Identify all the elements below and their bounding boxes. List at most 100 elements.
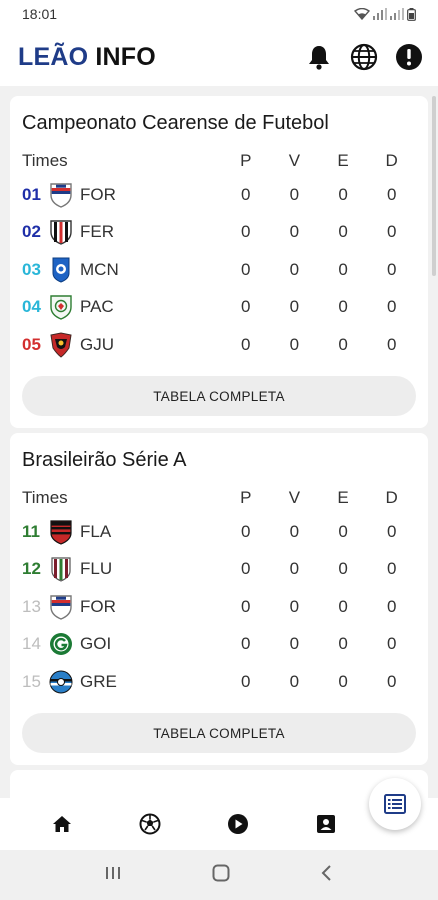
stat-v: 0 xyxy=(289,184,300,204)
soccer-ball-icon xyxy=(139,813,161,835)
nav-contacts[interactable] xyxy=(282,798,370,850)
stat-v: 0 xyxy=(289,634,300,654)
team-abbr: FOR xyxy=(80,596,116,616)
goias-crest-icon xyxy=(48,631,74,657)
header-v: V xyxy=(288,151,301,170)
stat-e: 0 xyxy=(338,222,348,242)
back-button[interactable] xyxy=(320,864,334,887)
table-row[interactable]: 05 GJU 0 0 0 0 xyxy=(22,326,416,364)
team-abbr: FER xyxy=(80,222,114,242)
status-time: 18:01 xyxy=(22,6,58,22)
stat-e: 0 xyxy=(338,634,348,654)
stat-d: 0 xyxy=(386,596,397,616)
stat-d: 0 xyxy=(386,671,397,691)
stat-p: 0 xyxy=(241,222,251,242)
pacajus-crest-icon xyxy=(48,294,74,321)
stat-e: 0 xyxy=(338,334,348,354)
table-row[interactable]: 02 FER 0 0 0 0 xyxy=(22,214,416,252)
stat-p: 0 xyxy=(241,559,251,579)
table-header: Times P V E D xyxy=(22,483,416,513)
stat-d: 0 xyxy=(386,259,397,279)
nav-videos[interactable] xyxy=(194,798,282,850)
stat-p: 0 xyxy=(241,596,251,616)
globe-icon xyxy=(350,43,378,71)
table-row[interactable]: 04 PAC 0 0 0 0 xyxy=(22,289,416,327)
header-v: V xyxy=(288,488,301,507)
table-row[interactable]: 03 MCN 0 0 0 0 xyxy=(22,251,416,289)
alert-circle-icon xyxy=(396,44,422,70)
stat-p: 0 xyxy=(241,334,251,354)
stat-d: 0 xyxy=(386,222,397,242)
ferroviario-crest-icon xyxy=(48,219,74,246)
header-p: P xyxy=(240,488,252,507)
stat-e: 0 xyxy=(338,184,348,204)
contact-card-icon xyxy=(317,815,335,833)
table-row[interactable]: 14 GOI 0 0 0 0 xyxy=(22,626,416,664)
scrollbar[interactable] xyxy=(432,96,436,276)
app-logo: LEÃO INFO xyxy=(18,43,304,72)
stat-d: 0 xyxy=(386,559,397,579)
recents-button[interactable] xyxy=(104,865,122,886)
table-row[interactable]: 13 FOR 0 0 0 0 xyxy=(22,588,416,626)
row-position: 13 xyxy=(22,596,41,616)
table-row[interactable]: 01 FOR 0 0 0 0 xyxy=(22,176,416,214)
stat-e: 0 xyxy=(338,521,348,541)
stat-e: 0 xyxy=(338,596,348,616)
standings-card-cearense: Campeonato Cearense de Futebol Times P V… xyxy=(10,96,428,428)
card-title: Campeonato Cearense de Futebol xyxy=(22,112,329,134)
content-area[interactable]: Campeonato Cearense de Futebol Times P V… xyxy=(0,86,438,798)
card-title: Brasileirão Série A xyxy=(22,449,187,471)
app-title-part2: INFO xyxy=(95,42,156,71)
table-row[interactable]: 12 FLU 0 0 0 0 xyxy=(22,551,416,589)
nav-home[interactable] xyxy=(18,798,106,850)
team-abbr: PAC xyxy=(80,297,114,317)
team-abbr: MCN xyxy=(80,259,119,279)
nav-matches[interactable] xyxy=(106,798,194,850)
table-row[interactable]: 15 GRE 0 0 0 0 xyxy=(22,663,416,701)
home-square-icon xyxy=(212,864,230,881)
stat-p: 0 xyxy=(241,671,251,691)
header-e: E xyxy=(337,488,349,507)
row-position: 01 xyxy=(22,184,41,204)
row-position: 05 xyxy=(22,334,41,354)
standings-card-next xyxy=(10,770,428,798)
header-d: D xyxy=(385,151,398,170)
row-position: 03 xyxy=(22,259,41,279)
stat-v: 0 xyxy=(289,297,300,317)
back-chevron-icon xyxy=(321,864,331,881)
team-abbr: GRE xyxy=(80,671,117,691)
table-header: Times P V E D xyxy=(22,146,416,176)
stat-e: 0 xyxy=(338,559,348,579)
full-table-button[interactable]: TABELA COMPLETA xyxy=(22,376,416,416)
home-system-button[interactable] xyxy=(212,864,230,887)
header-times: Times xyxy=(22,151,68,170)
app-title-part1: LEÃO xyxy=(18,42,89,71)
stat-p: 0 xyxy=(241,521,251,541)
team-abbr: FOR xyxy=(80,184,116,204)
info-button[interactable] xyxy=(394,42,424,72)
maracana-crest-icon xyxy=(48,257,74,283)
fortaleza-crest-icon xyxy=(48,594,74,620)
language-button[interactable] xyxy=(349,42,379,72)
stat-d: 0 xyxy=(386,334,397,354)
stat-e: 0 xyxy=(338,297,348,317)
stat-p: 0 xyxy=(241,297,251,317)
header-d: D xyxy=(385,488,398,507)
signal-icon xyxy=(373,8,387,20)
header-e: E xyxy=(337,151,349,170)
header-times: Times xyxy=(22,488,68,507)
table-list-icon xyxy=(384,794,406,814)
stat-d: 0 xyxy=(386,521,397,541)
row-position: 12 xyxy=(22,559,41,579)
full-table-button[interactable]: TABELA COMPLETA xyxy=(22,713,416,753)
stat-p: 0 xyxy=(241,259,251,279)
notifications-button[interactable] xyxy=(304,42,334,72)
standings-card-serie-a: Brasileirão Série A Times P V E D 11 FLA… xyxy=(10,433,428,765)
stat-v: 0 xyxy=(289,521,300,541)
stat-v: 0 xyxy=(289,259,300,279)
header-p: P xyxy=(240,151,252,170)
table-row[interactable]: 11 FLA 0 0 0 0 xyxy=(22,513,416,551)
standings-fab[interactable] xyxy=(369,778,421,830)
stat-d: 0 xyxy=(386,634,397,654)
stat-e: 0 xyxy=(338,671,348,691)
